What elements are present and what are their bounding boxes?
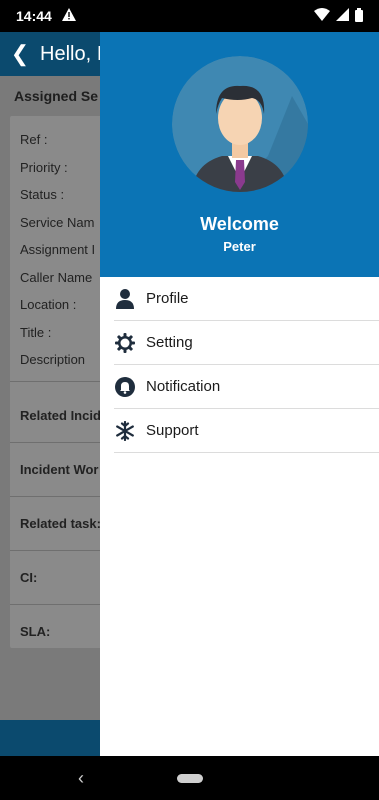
- status-bar: 14:44: [0, 0, 379, 32]
- avatar: [171, 56, 308, 192]
- gear-icon: [114, 332, 136, 354]
- menu-item-support[interactable]: Support: [114, 409, 379, 453]
- signal-icon: [336, 8, 349, 24]
- menu-item-profile[interactable]: Profile: [114, 277, 379, 321]
- navigation-drawer: Welcome Peter Profile Setting Notificati…: [100, 32, 379, 756]
- menu-item-label: Notification: [146, 378, 221, 395]
- home-pill-icon[interactable]: [176, 773, 203, 783]
- warning-icon: [61, 8, 76, 24]
- battery-icon: [355, 7, 363, 25]
- menu-item-label: Profile: [146, 290, 189, 307]
- app-bar-title: Hello, I: [40, 42, 103, 65]
- status-time: 14:44: [16, 8, 52, 24]
- user-name: Peter: [223, 239, 256, 254]
- welcome-text: Welcome: [200, 214, 279, 234]
- drawer-header: Welcome Peter: [100, 32, 379, 277]
- menu-item-setting[interactable]: Setting: [114, 321, 379, 365]
- back-arrow-icon[interactable]: ❮: [0, 41, 40, 67]
- person-icon: [114, 288, 136, 310]
- menu-item-notification[interactable]: Notification: [114, 365, 379, 409]
- snowflake-icon: [114, 420, 136, 442]
- menu-item-label: Setting: [146, 334, 193, 351]
- bell-icon: [114, 376, 136, 398]
- wifi-icon: [314, 8, 330, 24]
- menu-item-label: Support: [146, 422, 199, 439]
- nav-back-icon[interactable]: ‹: [78, 768, 84, 789]
- system-nav-bar: ‹: [0, 756, 379, 800]
